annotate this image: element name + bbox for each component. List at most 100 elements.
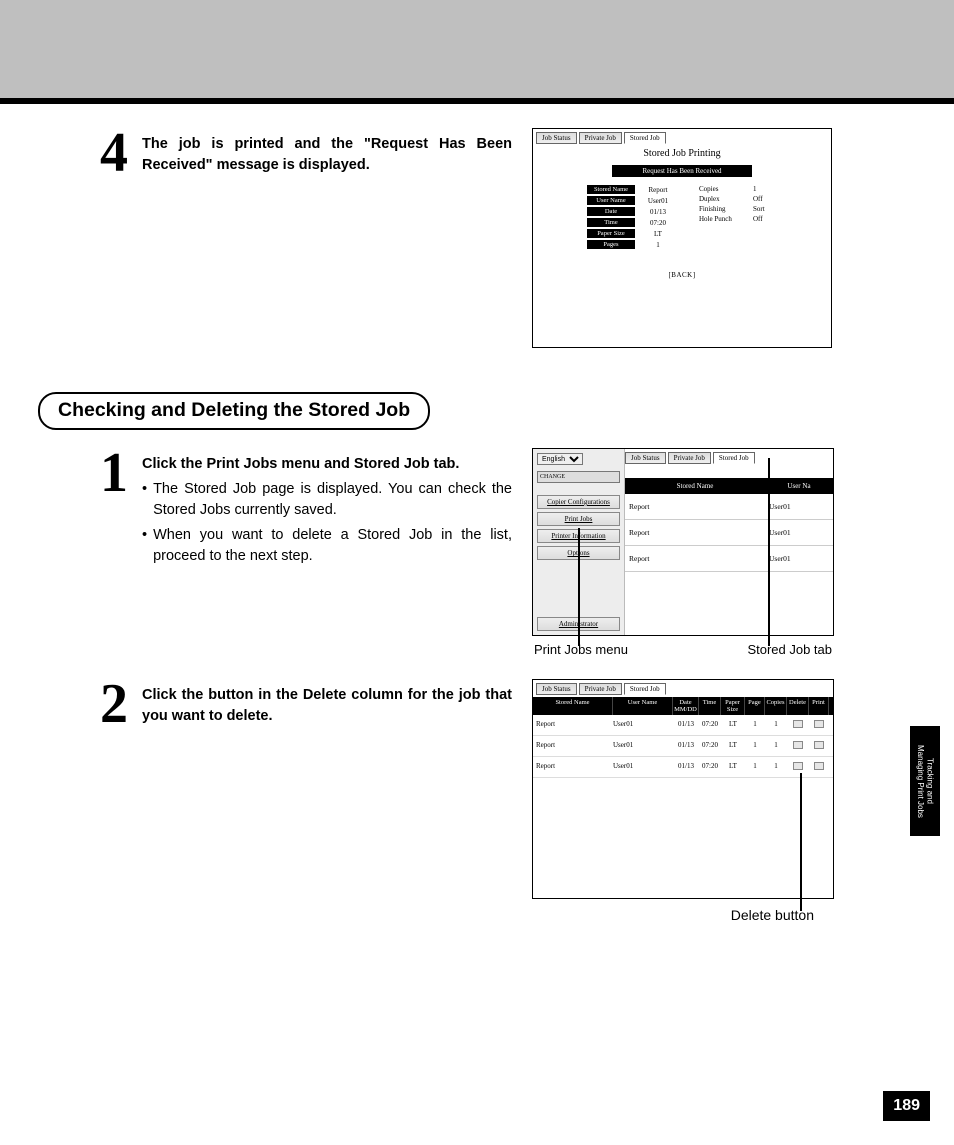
val-user-name: User01 xyxy=(641,197,675,205)
language-select[interactable]: English xyxy=(537,453,583,465)
step4-row: 4 The job is printed and the "Request Ha… xyxy=(82,128,512,178)
lbl-time: Time xyxy=(587,218,635,227)
lbl-date: Date xyxy=(587,207,635,216)
val-pages: 1 xyxy=(641,241,675,249)
hdr-time: Time xyxy=(699,697,721,715)
shot3-header: Stored Name User Name Date MM/DD Time Pa… xyxy=(533,697,833,715)
step4-text: The job is printed and the "Request Has … xyxy=(142,128,512,176)
shot1-message: Request Has Been Received xyxy=(612,165,752,177)
step2-row: 2 Click the button in the Delete column … xyxy=(82,679,512,729)
tab-private-job[interactable]: Private Job xyxy=(579,132,622,144)
table-row: Report User01 01/13 07:20 LT 1 1 xyxy=(533,736,833,757)
page: 4 The job is printed and the "Request Ha… xyxy=(0,0,954,1145)
list-item[interactable]: ReportUser01 xyxy=(625,546,833,572)
sidebar-print-jobs[interactable]: Print Jobs xyxy=(537,512,620,526)
shot2-wrapper: English CHANGE Copier Configurations Pri… xyxy=(532,448,834,657)
step2-text: Click the button in the Delete column fo… xyxy=(142,679,512,727)
step1-row: 1 Click the Print Jobs menu and Stored J… xyxy=(82,448,512,567)
caption-delete-button: Delete button xyxy=(532,907,834,923)
lbl-user-name: User Name xyxy=(587,196,635,205)
shot1-columns: Stored Name Report User Name User01 Date 01… xyxy=(533,185,831,251)
val-hole-punch: Off xyxy=(753,215,777,223)
pointer-delete-button xyxy=(800,773,802,911)
hdr-date: Date MM/DD xyxy=(673,697,699,715)
val-copies: 1 xyxy=(753,185,777,193)
tab-private-job-2[interactable]: Private Job xyxy=(668,452,711,464)
section-title: Checking and Deleting the Stored Job xyxy=(38,392,430,430)
shot1-back-link[interactable]: [BACK] xyxy=(533,271,831,279)
shot2-header: Stored Name User Na xyxy=(625,478,833,494)
step1-bullet-1: •The Stored Job page is displayed. You c… xyxy=(142,479,512,521)
hdr-print: Print xyxy=(809,697,829,715)
val-finishing: Sort xyxy=(753,205,777,213)
shot3-tabs: Job Status Private Job Stored Job xyxy=(533,680,833,695)
val-paper-size: LT xyxy=(641,230,675,238)
delete-button[interactable] xyxy=(793,741,803,749)
tab-job-status-3[interactable]: Job Status xyxy=(536,683,577,695)
section-row: Checking and Deleting the Stored Job xyxy=(38,348,916,448)
table-row: Report User01 01/13 07:20 LT 1 1 xyxy=(533,757,833,778)
step1-text: Click the Print Jobs menu and Stored Job… xyxy=(142,448,512,567)
step4-bold: The job is printed and the "Request Has … xyxy=(142,136,512,173)
caption-stored-job-tab: Stored Job tab xyxy=(747,642,832,657)
val-date: 01/13 xyxy=(641,208,675,216)
step4-number: 4 xyxy=(82,128,128,178)
step1-number: 1 xyxy=(82,448,128,498)
hdr-stored-name: Stored Name xyxy=(625,482,765,490)
hdr-paper-size: Paper Size xyxy=(721,697,745,715)
lbl-pages: Pages xyxy=(587,240,635,249)
hdr-delete: Delete xyxy=(787,697,809,715)
caption-print-jobs-menu: Print Jobs menu xyxy=(534,642,628,657)
list-item[interactable]: ReportUser01 xyxy=(625,520,833,546)
lbl-paper-size: Paper Size xyxy=(587,229,635,238)
delete-button[interactable] xyxy=(793,720,803,728)
lbl-finishing: Finishing xyxy=(699,205,747,213)
print-button[interactable] xyxy=(814,741,824,749)
sidebar-copier-config[interactable]: Copier Configurations xyxy=(537,495,620,509)
shot2-main: Job Status Private Job Stored Job Stored… xyxy=(625,449,833,635)
step1-bullet-2: •When you want to delete a Stored Job in… xyxy=(142,525,512,567)
hdr-stored-name-3: Stored Name xyxy=(533,697,613,715)
hdr-user-name: User Na xyxy=(765,482,833,490)
shot1-left-col: Stored Name Report User Name User01 Date 01… xyxy=(587,185,675,251)
screenshot-stored-job-printing: Job Status Private Job Stored Job Stored… xyxy=(532,128,832,348)
val-time: 07:20 xyxy=(641,219,675,227)
change-button[interactable]: CHANGE xyxy=(537,471,620,483)
hdr-page: Page xyxy=(745,697,765,715)
lbl-stored-name: Stored Name xyxy=(587,185,635,194)
top-band xyxy=(0,0,954,98)
lang-row: English xyxy=(537,453,620,465)
pointer-stored-job-tab xyxy=(768,458,770,646)
step2-block: 2 Click the button in the Delete column … xyxy=(82,679,916,923)
pointer-print-jobs xyxy=(578,528,580,646)
list-item[interactable]: ReportUser01 xyxy=(625,494,833,520)
hdr-copies: Copies xyxy=(765,697,787,715)
hdr-user-name-3: User Name xyxy=(613,697,673,715)
print-button[interactable] xyxy=(814,762,824,770)
tab-stored-job[interactable]: Stored Job xyxy=(624,132,666,144)
tab-private-job-3[interactable]: Private Job xyxy=(579,683,622,695)
shot3-wrapper: Job Status Private Job Stored Job Stored… xyxy=(532,679,834,923)
tab-job-status-2[interactable]: Job Status xyxy=(625,452,666,464)
lbl-copies: Copies xyxy=(699,185,747,193)
tab-job-status[interactable]: Job Status xyxy=(536,132,577,144)
screenshot-delete-stored-job: Job Status Private Job Stored Job Stored… xyxy=(532,679,834,899)
val-duplex: Off xyxy=(753,195,777,203)
tab-stored-job-3[interactable]: Stored Job xyxy=(624,683,666,695)
lbl-hole-punch: Hole Punch xyxy=(699,215,747,223)
page-number: 189 xyxy=(883,1091,930,1121)
content: 4 The job is printed and the "Request Ha… xyxy=(0,104,954,923)
table-row: Report User01 01/13 07:20 LT 1 1 xyxy=(533,715,833,736)
tab-stored-job-2[interactable]: Stored Job xyxy=(713,452,755,464)
shot1-title: Stored Job Printing xyxy=(533,148,831,159)
shot1-right-col: Copies 1 Duplex Off Finishing Sort Hole Pun… xyxy=(699,185,777,251)
shot1-tabs: Job Status Private Job Stored Job xyxy=(533,129,831,144)
step2-bold: Click the button in the Delete column fo… xyxy=(142,687,512,724)
shot2-tabs: Job Status Private Job Stored Job xyxy=(625,449,833,464)
lbl-duplex: Duplex xyxy=(699,195,747,203)
step4-block: 4 The job is printed and the "Request Ha… xyxy=(82,128,916,348)
delete-button[interactable] xyxy=(793,762,803,770)
val-stored-name: Report xyxy=(641,186,675,194)
print-button[interactable] xyxy=(814,720,824,728)
step4-screenshot-col: Job Status Private Job Stored Job Stored… xyxy=(532,128,837,348)
